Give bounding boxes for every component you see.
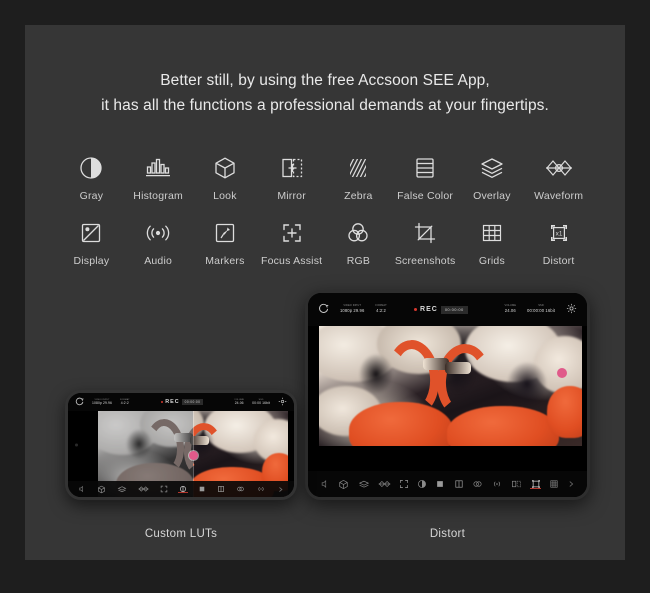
rec-label: REC [165,399,180,405]
settings-icon[interactable] [278,393,287,411]
flamingo-body [547,386,582,438]
toolbar-false-color[interactable] [192,485,211,493]
video-input-value: 1080p 29.96 [340,308,365,314]
rec-timecode: 00:00:00 [181,399,204,405]
toolbar-focus-assist[interactable] [155,485,174,493]
toolbar-gray[interactable] [413,479,431,489]
phone-screen: VIDEO INPUT 1080p 29.96 FORMAT 4:2:2 REC [68,393,294,497]
tablet-preview-image [319,326,582,446]
toolbar-overlay[interactable] [450,479,468,489]
toolbar-rgb[interactable] [468,479,487,489]
tablet-video-input: VIDEO INPUT 1080p 29.96 [340,305,364,313]
tablet-storage: SSD 00:00:00 16bit [527,305,555,313]
toolbar-rgb[interactable] [230,485,250,493]
storage-value: 00:00 16bit [252,400,270,405]
phone-device: VIDEO INPUT 1080p 29.96 FORMAT 4:2:2 REC [65,390,297,500]
tablet-volume: VOLUME 24.06 [504,305,516,313]
screenshot-root: Better still, by using the free Accsoon … [0,0,650,593]
format-value: 4:2:2 [120,400,129,405]
toolbar-distort[interactable] [526,479,544,489]
toolbar-layers[interactable] [112,485,133,494]
toolbar-layers[interactable] [353,479,373,490]
phone-toolbar [68,481,294,497]
tablet-format: FORMAT 4:2:2 [375,305,386,313]
tablet-caption: Distort [429,528,466,540]
toolbar-overlay[interactable] [211,485,230,493]
phone-topbar-left: VIDEO INPUT 1080p 29.96 FORMAT 4:2:2 [75,393,130,411]
content-panel: Better still, by using the free Accsoon … [25,25,625,560]
flamingo-beak [445,362,471,374]
tablet-topbar: VIDEO INPUT 1080p 29.96 FORMAT 4:2:2 REC [308,293,587,326]
phone-rec-status: REC 00:00:00 [160,399,204,405]
lut-split-handle[interactable] [188,450,198,460]
toolbar-waveform[interactable] [374,479,395,489]
toolbar-speaker[interactable] [316,479,334,489]
rec-timecode: 00:00:00 [440,305,468,314]
rec-label: REC [420,306,438,313]
phone-topbar-right: VOLUME 24.06 SSD 00:00 16bit [234,393,287,411]
toolbar-grids[interactable] [545,479,563,489]
rec-indicator-dot [413,307,418,312]
phone-storage: SSD 00:00 16bit [252,399,270,406]
storage-value: 00:00:00 16bit [527,308,555,314]
volume-value: 24.06 [234,400,244,405]
settings-icon[interactable] [566,301,577,319]
toolbar-look[interactable] [92,485,112,494]
tablet-toolbar [308,471,587,497]
tablet-device: VIDEO INPUT 1080p 29.96 FORMAT 4:2:2 REC [305,290,590,500]
back-arrow-icon[interactable] [318,301,329,319]
toolbar-speaker[interactable] [73,485,92,493]
photo-shadow [507,362,547,406]
toolbar-more[interactable] [271,486,289,493]
phone-volume: VOLUME 24.06 [234,399,244,406]
back-arrow-icon[interactable] [75,393,84,411]
toolbar-audio[interactable] [250,485,271,493]
volume-value: 24.06 [504,308,516,314]
tablet-screen: VIDEO INPUT 1080p 29.96 FORMAT 4:2:2 REC [308,293,587,497]
toolbar-audio[interactable] [487,479,507,489]
phone-sensor-icon [75,443,78,447]
toolbar-focus-assist[interactable] [395,479,413,489]
rec-indicator-dot [160,400,164,404]
toolbar-more[interactable] [563,480,579,488]
toolbar-mirror[interactable] [507,479,526,489]
toolbar-look[interactable] [334,479,353,490]
tablet-topbar-right: VOLUME 24.06 SSD 00:00:00 16bit [504,301,577,319]
tablet-rec-status: REC 00:00:00 [413,305,468,314]
photo-accent-dot [557,368,567,378]
phone-topbar: VIDEO INPUT 1080p 29.96 FORMAT 4:2:2 REC [68,393,294,411]
tablet-topbar-left: VIDEO INPUT 1080p 29.96 FORMAT 4:2:2 [318,301,387,319]
format-value: 4:2:2 [376,308,386,314]
phone-format: FORMAT 4:2:2 [120,399,130,406]
toolbar-waveform[interactable] [133,485,155,493]
device-stage: VIDEO INPUT 1080p 29.96 FORMAT 4:2:2 REC [25,25,625,560]
phone-caption: Custom LUTs [144,528,218,540]
video-input-value: 1080p 29.96 [92,400,112,405]
toolbar-custom-lut[interactable] [174,485,193,493]
toolbar-false-color[interactable] [431,479,449,489]
phone-video-input: VIDEO INPUT 1080p 29.96 [92,399,112,406]
